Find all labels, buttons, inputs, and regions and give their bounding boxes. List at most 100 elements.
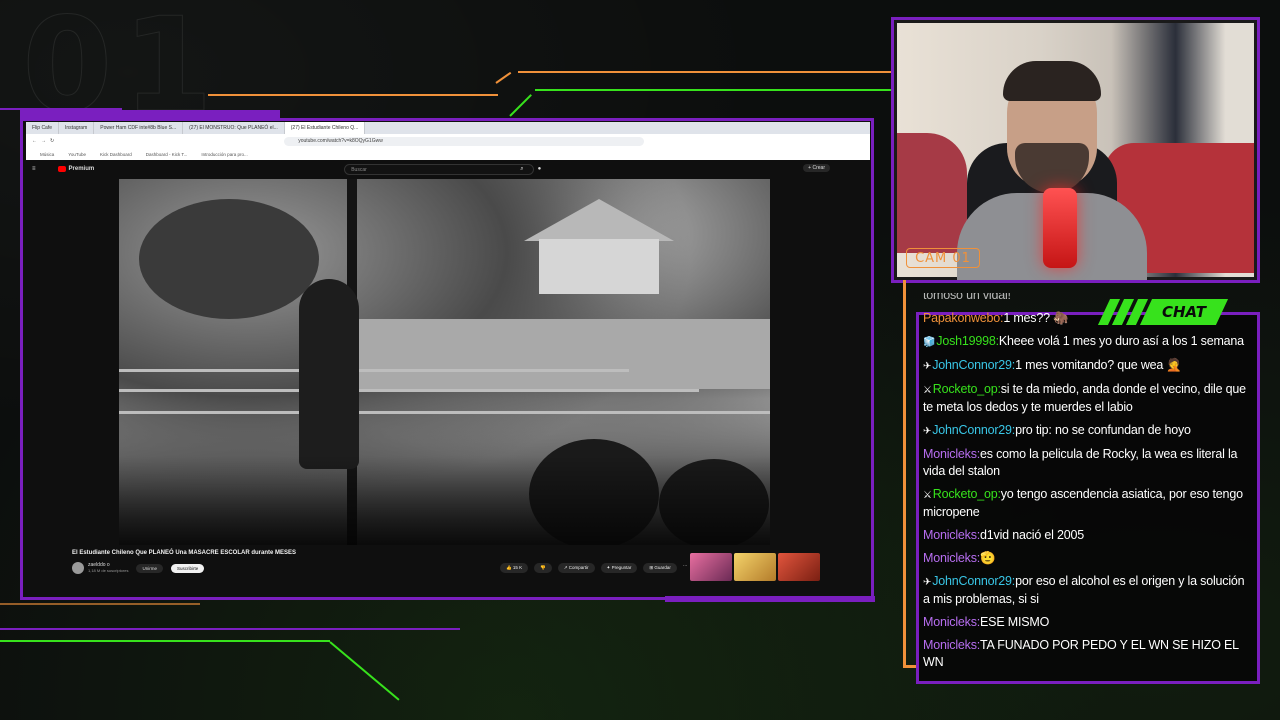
- menu-icon[interactable]: ≡: [32, 166, 36, 172]
- chat-message-text: 1 mes?? 🦣: [1003, 311, 1069, 325]
- chat-message: 🧊Josh19998:Kheee volá 1 mes yo duro así …: [923, 333, 1253, 351]
- chat-message: ⚔Rocketo_op:si te da miedo, anda donde e…: [923, 381, 1253, 416]
- chat-message: ✈JohnConnor29:por eso el alcohol es el o…: [923, 573, 1253, 608]
- chat-badge-icon: ✈: [923, 361, 932, 372]
- chat-username[interactable]: JohnConnor29:: [932, 358, 1015, 372]
- chat-username[interactable]: Rocketo_op:: [933, 487, 1001, 501]
- save-label: Guardar: [654, 565, 671, 570]
- video-shadow: [119, 455, 770, 545]
- chat-message: Monicleks:🫡: [923, 550, 1253, 567]
- chat-message: ⚔Rocketo_op:yo tengo ascendencia asiatic…: [923, 486, 1253, 521]
- create-label: Crear: [812, 165, 825, 171]
- related-thumbnail[interactable]: [690, 553, 732, 581]
- cam-label: CAM 01: [906, 248, 980, 268]
- video-letterbox-left: [26, 179, 119, 545]
- bookmark-item[interactable]: YouTube: [68, 152, 86, 157]
- chat-message: ✈JohnConnor29:pro tip: no se confundan d…: [923, 422, 1253, 440]
- chat-username[interactable]: Monicleks:: [923, 528, 980, 542]
- browser-tab-active[interactable]: (27) El Estudiante Chileno Q...: [284, 122, 366, 134]
- webcam-frame: [891, 17, 1260, 283]
- chat-badge-icon: ⚔: [923, 490, 932, 501]
- video-title: El Estudiante Chileno Que PLANEÓ Una MAS…: [72, 550, 297, 556]
- green-line-top: [535, 89, 892, 91]
- subscribe-button[interactable]: Suscribirte: [170, 563, 205, 573]
- purple-line-bottom: [0, 628, 460, 630]
- ask-label: Preguntar: [611, 565, 632, 570]
- chat-message: Monicleks:ESE MISMO: [923, 614, 1253, 631]
- chat-username[interactable]: Monicleks:: [923, 447, 980, 461]
- chat-username[interactable]: Papakonwebo:: [923, 311, 1004, 325]
- video-house: [539, 239, 659, 294]
- forward-icon[interactable]: →: [41, 138, 46, 144]
- save-button[interactable]: ⊞ Guardar: [643, 563, 677, 573]
- ask-button[interactable]: ✦ Preguntar: [600, 563, 638, 573]
- chat-username[interactable]: Monicleks:: [923, 615, 980, 629]
- chat-message-text: tomoso un vidal!: [923, 293, 1011, 302]
- browser-tab[interactable]: (27) El MONSTRUO: Que PLANEÓ el...: [183, 122, 285, 134]
- reload-icon[interactable]: ↻: [50, 138, 54, 144]
- chat-username[interactable]: JohnConnor29:: [932, 423, 1015, 437]
- chat-message-text: pro tip: no se confundan de hoyo: [1015, 423, 1191, 437]
- chat-badge-icon: ✈: [923, 577, 932, 588]
- video-runner: [299, 279, 359, 469]
- join-button[interactable]: Unirme: [136, 563, 163, 573]
- channel-avatar[interactable]: [72, 562, 84, 574]
- chat-username[interactable]: Josh19998:: [936, 334, 999, 348]
- chat-username[interactable]: Rocketo_op:: [933, 382, 1001, 396]
- mic-icon[interactable]: ●: [538, 166, 542, 172]
- chat-message: Monicleks:d1vid nació el 2005: [923, 527, 1253, 544]
- youtube-logo[interactable]: Premium: [57, 166, 94, 172]
- frame-tab-accent: [20, 110, 280, 118]
- create-button[interactable]: + Crear: [803, 164, 830, 172]
- chat-message-text: 1 mes vomitando? que wea 🤦: [1015, 358, 1182, 372]
- related-thumbnails: [690, 553, 820, 581]
- bookmark-item[interactable]: Introducción para pro...: [201, 152, 247, 157]
- chat-badge-icon: ✈: [923, 426, 932, 437]
- chat-message-text: Kheee volá 1 mes yo duro así a los 1 sem…: [998, 334, 1244, 348]
- orange-line-top: [518, 71, 892, 73]
- video-tree: [139, 199, 319, 319]
- video-railing: [119, 411, 770, 414]
- browser-tab[interactable]: Power Ham CDF inte#8b Blue S...: [94, 122, 184, 134]
- dislike-button[interactable]: 👎: [534, 563, 552, 573]
- video-house-roof: [524, 199, 674, 241]
- chat-badge-icon: ⚔: [923, 385, 932, 396]
- chat-username[interactable]: Monicleks:: [923, 638, 980, 652]
- video-letterbox-right: [770, 179, 870, 545]
- bookmark-item[interactable]: Dashboard - Kick T...: [146, 152, 188, 157]
- search-input[interactable]: Buscar: [344, 163, 535, 175]
- chat-message-text: ESE MISMO: [980, 615, 1050, 629]
- video-actions: 👍 15 K 👎 ↗ Compartir ✦ Preguntar ⊞ Guard…: [500, 563, 687, 573]
- channel-info: zaelddo o 1,18 M de suscriptores: [88, 562, 128, 574]
- green-line-bottom: [0, 640, 330, 642]
- chat-username[interactable]: JohnConnor29:: [932, 574, 1015, 588]
- bookmark-item[interactable]: Música: [40, 152, 54, 157]
- bookmark-item[interactable]: Kick Dashboard: [100, 152, 132, 157]
- like-button[interactable]: 👍 15 K: [500, 563, 529, 573]
- url-field[interactable]: youtube.com/watch?v=k8OQyG1Gww: [284, 136, 645, 146]
- like-count: 15 K: [512, 565, 523, 570]
- more-icon[interactable]: ⋯: [683, 563, 688, 573]
- webcam-feed: [897, 23, 1254, 280]
- chat-message: ✈JohnConnor29:1 mes vomitando? que wea 🤦: [923, 357, 1253, 375]
- share-button[interactable]: ↗ Compartir: [557, 563, 595, 573]
- chat-badge-icon: 🧊: [923, 337, 936, 348]
- video-railing: [119, 369, 629, 372]
- video-player[interactable]: [119, 179, 770, 545]
- webcam-bed-left: [897, 133, 967, 253]
- channel-row: zaelddo o 1,18 M de suscriptores Unirme …: [72, 562, 205, 574]
- microphone: [1043, 188, 1077, 268]
- browser-tab[interactable]: Instagram: [59, 122, 95, 134]
- browser-tab[interactable]: Flip Cafe: [26, 122, 60, 134]
- back-icon[interactable]: ←: [32, 138, 37, 144]
- chat-accent-line: [903, 280, 906, 667]
- search-icon[interactable]: ⌕: [520, 166, 523, 173]
- related-thumbnail[interactable]: [734, 553, 776, 581]
- address-bar-row: ← → ↻ youtube.com/watch?v=k8OQyG1Gww: [26, 134, 870, 148]
- related-thumbnail[interactable]: [778, 553, 820, 581]
- subscriber-count: 1,18 M de suscriptores: [88, 568, 129, 573]
- chat-username[interactable]: Monicleks:: [923, 551, 980, 565]
- youtube-play-icon: [57, 166, 66, 172]
- chat-messages: tomoso un vidal! Papakonwebo:1 mes?? 🦣 🧊Jo…: [923, 293, 1253, 685]
- chat-title-text: CHAT: [1162, 303, 1206, 321]
